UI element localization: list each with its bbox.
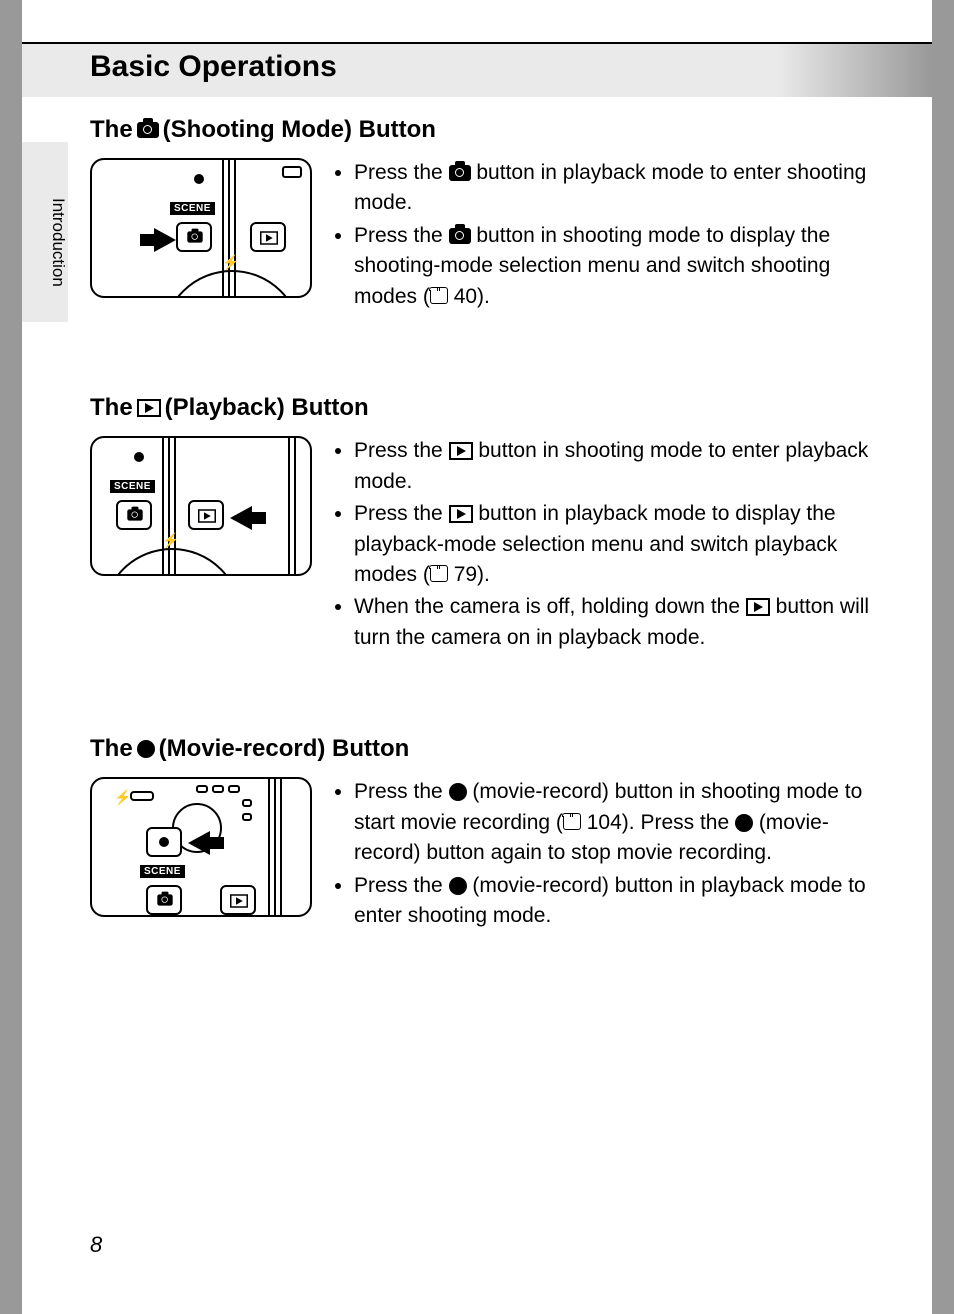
playback-bullets: Press the button in shooting mode to ent… [332, 436, 890, 655]
text: (Shooting Mode) Button [163, 116, 436, 144]
playback-icon [746, 598, 770, 616]
content-area: The (Shooting Mode) Button SCENE ⚡ [90, 116, 890, 993]
text: (Movie-record) Button [159, 735, 410, 763]
movie-bullets: Press the (movie-record) button in shoot… [332, 777, 890, 933]
shooting-diagram: SCENE ⚡ [90, 158, 312, 298]
list-item: Press the button in playback mode to ent… [354, 158, 890, 219]
record-icon [449, 877, 467, 895]
scene-label: SCENE [170, 202, 215, 215]
list-item: When the camera is off, holding down the… [354, 592, 890, 653]
page-ref-icon [430, 290, 448, 304]
camera-icon [127, 510, 142, 521]
playback-icon [137, 399, 161, 417]
camera-icon [137, 122, 159, 138]
section-playback: The (Playback) Button SCENE ⚡ [90, 394, 890, 655]
section-movie: The (Movie-record) Button ⚡ [90, 735, 890, 933]
section-playback-title: The (Playback) Button [90, 394, 890, 422]
section-header-bar: Basic Operations [22, 42, 932, 97]
list-item: Press the (movie-record) button in shoot… [354, 777, 890, 868]
section-shooting-title: The (Shooting Mode) Button [90, 116, 890, 144]
shooting-bullets: Press the button in playback mode to ent… [332, 158, 890, 314]
page-ref-icon [563, 816, 581, 830]
manual-page: Basic Operations Introduction The (Shoot… [22, 0, 932, 1314]
page-ref-icon [430, 568, 448, 582]
page-title: Basic Operations [90, 50, 337, 84]
list-item: Press the button in shooting mode to dis… [354, 221, 890, 312]
camera-icon [449, 228, 471, 244]
list-item: Press the (movie-record) button in playb… [354, 871, 890, 932]
list-item: Press the button in shooting mode to ent… [354, 436, 890, 497]
section-shooting: The (Shooting Mode) Button SCENE ⚡ [90, 116, 890, 314]
page-number: 8 [90, 1232, 102, 1258]
text: The [90, 116, 133, 144]
camera-icon [449, 165, 471, 181]
playback-icon [449, 442, 473, 460]
record-icon [137, 740, 155, 758]
record-icon [735, 814, 753, 832]
camera-icon [157, 895, 172, 906]
list-item: Press the button in playback mode to dis… [354, 499, 890, 590]
record-icon [449, 783, 467, 801]
scene-label: SCENE [140, 865, 185, 878]
playback-icon [230, 895, 248, 909]
side-tab-label: Introduction [48, 198, 68, 287]
text: The [90, 735, 133, 763]
movie-diagram: ⚡ SCENE [90, 777, 312, 917]
text: The [90, 394, 133, 422]
playback-diagram: SCENE ⚡ [90, 436, 312, 576]
camera-icon [187, 231, 202, 242]
section-movie-title: The (Movie-record) Button [90, 735, 890, 763]
playback-icon [198, 509, 216, 523]
playback-icon [260, 231, 278, 245]
text: (Playback) Button [165, 394, 369, 422]
scene-label: SCENE [110, 480, 155, 493]
playback-icon [449, 505, 473, 523]
